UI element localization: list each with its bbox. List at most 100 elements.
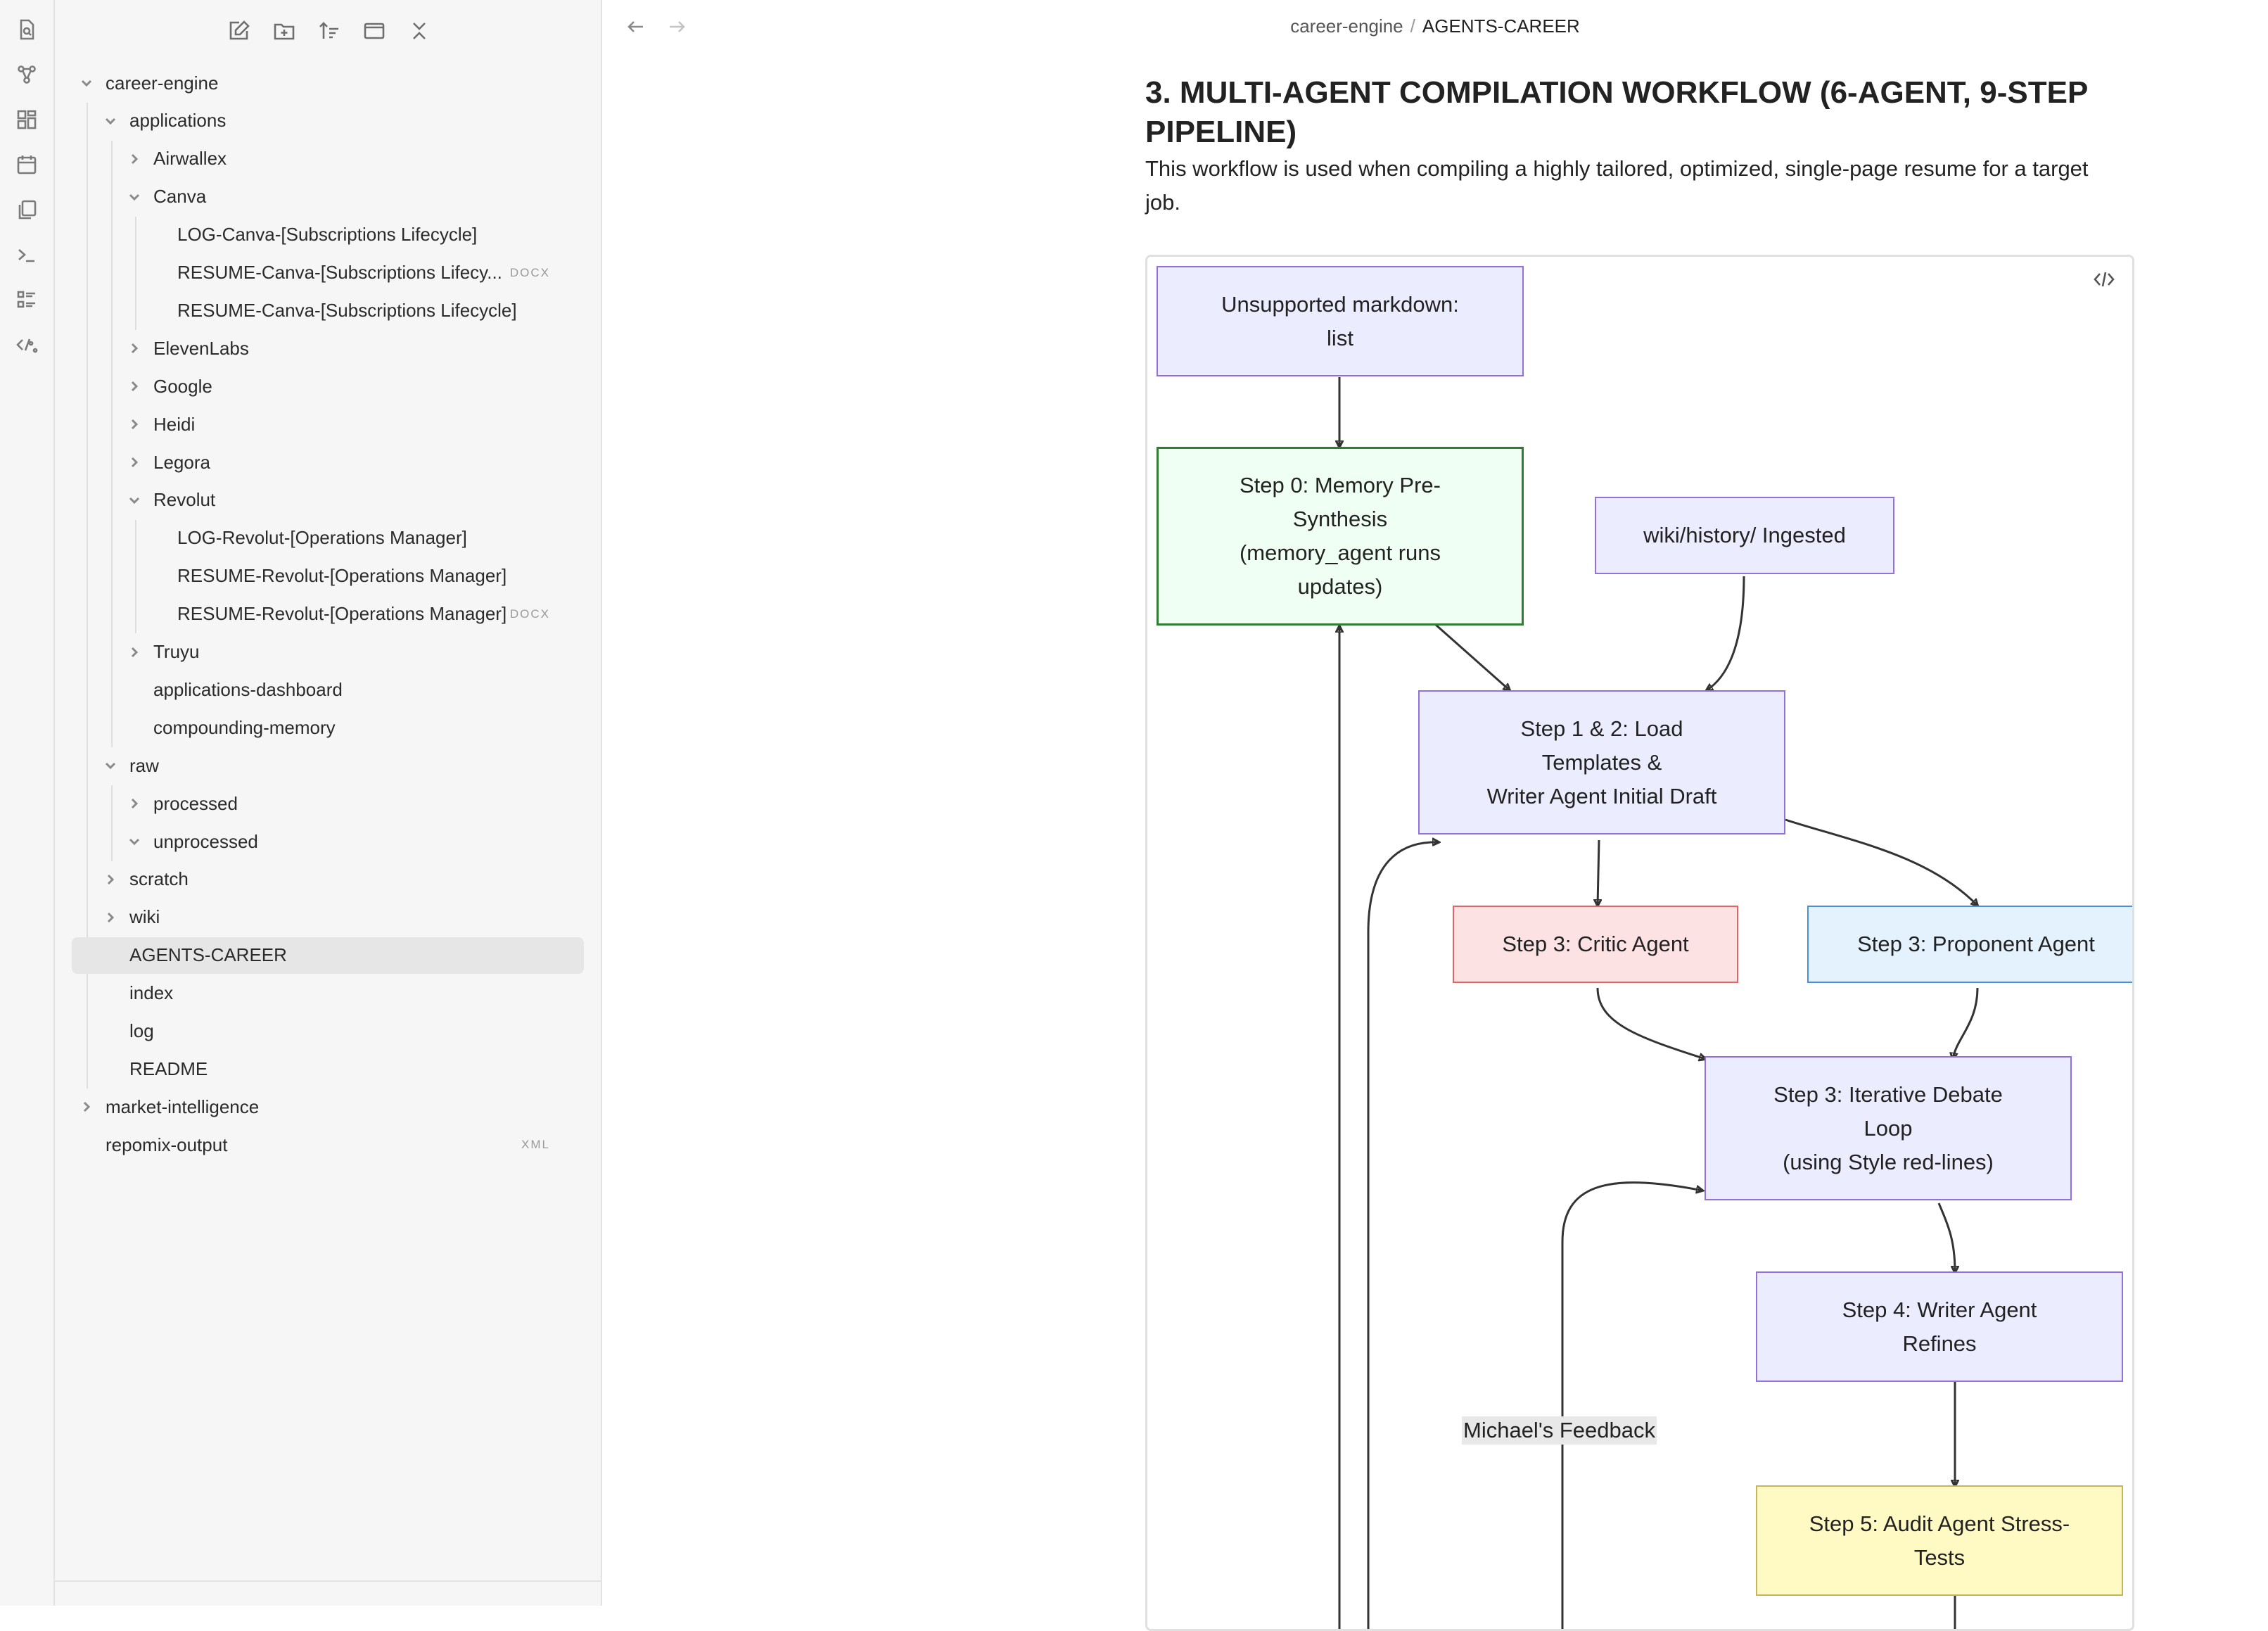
vault-switcher[interactable] <box>55 1580 601 1607</box>
code-view-icon[interactable] <box>2090 265 2118 293</box>
folder-item[interactable]: raw <box>55 747 567 784</box>
tree-item-label: RESUME-Revolut-[Operations Manager] <box>177 565 507 587</box>
chevron-down-icon[interactable] <box>127 493 142 508</box>
tree-item-label: Canva <box>153 186 207 208</box>
layout-icon[interactable] <box>357 14 391 48</box>
chevron-right-icon[interactable] <box>103 872 118 887</box>
chevron-right-icon[interactable] <box>127 796 142 811</box>
file-item[interactable]: README <box>55 1051 567 1087</box>
tree-item-label: compounding-memory <box>153 716 336 738</box>
folder-item[interactable]: Heidi <box>55 406 567 443</box>
chevron-down-icon[interactable] <box>103 758 118 773</box>
edge-step12-proponent <box>1785 818 1977 906</box>
edge-step12-critic <box>1598 839 1599 906</box>
folder-item[interactable]: scratch <box>55 861 567 898</box>
breadcrumb: career-engine / AGENTS-CAREER <box>602 15 2268 37</box>
folder-item[interactable]: Airwallex <box>55 141 567 177</box>
chevron-down-icon[interactable] <box>79 75 94 91</box>
tree-item-label: applications <box>129 110 227 132</box>
editor-pane: career-engine / AGENTS-CAREER 3. MULTI-AGE… <box>602 0 2268 1631</box>
file-item[interactable]: LOG-Canva-[Subscriptions Lifecycle] <box>55 217 567 253</box>
file-item[interactable]: AGENTS-CAREER <box>72 937 584 974</box>
node-critic-agent[interactable]: Step 3: Critic Agent <box>1453 906 1738 983</box>
new-note-icon[interactable] <box>222 14 256 48</box>
file-item[interactable]: RESUME-Revolut-[Operations Manager] <box>55 558 567 595</box>
chevron-right-icon[interactable] <box>79 1099 94 1115</box>
file-explorer-toolbar <box>55 14 601 48</box>
canvas-icon[interactable] <box>13 106 41 134</box>
file-item[interactable]: log <box>55 1013 567 1050</box>
quick-switcher-icon[interactable] <box>13 15 41 44</box>
tree-item-label: wiki <box>129 906 160 928</box>
folder-item[interactable]: Canva <box>55 179 567 215</box>
breadcrumb-current[interactable]: AGENTS-CAREER <box>1422 15 1580 37</box>
folder-item[interactable]: unprocessed <box>55 823 567 860</box>
node-step5-audit[interactable]: Step 5: Audit Agent Stress- Tests <box>1756 1485 2123 1596</box>
tree-item-label: raw <box>129 754 159 776</box>
file-item[interactable]: applications-dashboard <box>55 671 567 708</box>
graph-view-icon[interactable] <box>13 61 41 89</box>
new-folder-icon[interactable] <box>267 14 301 48</box>
tree-item-label: index <box>129 982 174 1004</box>
collapse-all-icon[interactable] <box>402 14 436 48</box>
tree-item-label: career-engine <box>106 72 219 94</box>
node-wiki-history[interactable]: wiki/history/ Ingested <box>1595 497 1894 574</box>
tree-item-label: log <box>129 1020 154 1041</box>
outline-icon[interactable] <box>13 286 41 314</box>
chevron-down-icon[interactable] <box>127 189 142 205</box>
chevron-right-icon[interactable] <box>127 417 142 432</box>
node-step12-writer[interactable]: Step 1 & 2: Load Templates & Writer Agen… <box>1418 690 1785 834</box>
chevron-right-icon[interactable] <box>127 379 142 394</box>
node-step0-memory[interactable]: Step 0: Memory Pre- Synthesis (memory_ag… <box>1157 447 1524 626</box>
breadcrumb-parent[interactable]: career-engine <box>1290 15 1403 37</box>
edge-debate-step4 <box>1937 1202 1955 1272</box>
file-item[interactable]: index <box>55 975 567 1012</box>
chevron-down-icon[interactable] <box>103 113 118 129</box>
tree-item-label: LOG-Canva-[Subscriptions Lifecycle] <box>177 224 478 246</box>
chevron-right-icon[interactable] <box>127 341 142 356</box>
folder-item[interactable]: Revolut <box>55 482 567 519</box>
node-iterative-debate[interactable]: Step 3: Iterative Debate Loop (using Sty… <box>1705 1056 2072 1200</box>
folder-item[interactable]: Truyu <box>55 634 567 671</box>
file-item[interactable]: RESUME-Canva-[Subscriptions Lifecycle] <box>55 292 567 329</box>
node-step4-refine[interactable]: Step 4: Writer Agent Refines <box>1756 1271 2123 1382</box>
tree-item-label: ElevenLabs <box>153 337 249 359</box>
mermaid-diagram: Unsupported markdown: list Step 0: Memor… <box>1145 255 2134 1631</box>
command-palette-icon[interactable] <box>13 241 41 269</box>
tree-item-label: processed <box>153 792 238 814</box>
chevron-right-icon[interactable] <box>127 645 142 660</box>
tree-item-label: Revolut <box>153 489 216 511</box>
folder-item[interactable]: applications <box>55 103 567 139</box>
file-item[interactable]: RESUME-Canva-[Subscriptions Lifecy... DOC… <box>55 255 567 291</box>
folder-item[interactable]: ElevenLabs <box>55 330 567 367</box>
file-item[interactable]: repomix-output XML <box>55 1127 567 1163</box>
file-item[interactable]: compounding-memory <box>55 709 567 746</box>
folder-item[interactable]: processed <box>55 785 567 822</box>
folder-item[interactable]: Legora <box>55 444 567 481</box>
edge-label-feedback: Michael's Feedback <box>1462 1416 1657 1445</box>
folder-item[interactable]: market-intelligence <box>55 1089 567 1125</box>
templater-icon[interactable] <box>13 331 41 359</box>
file-item[interactable]: LOG-Revolut-[Operations Manager] <box>55 520 567 557</box>
chevron-right-icon[interactable] <box>127 455 142 470</box>
folder-item[interactable]: career-engine <box>55 65 567 101</box>
tree-item-label: RESUME-Canva-[Subscriptions Lifecycle] <box>177 299 517 321</box>
folder-item[interactable]: wiki <box>55 899 567 936</box>
tree-item-label: Truyu <box>153 641 200 662</box>
chevron-down-icon[interactable] <box>127 834 142 849</box>
file-item[interactable]: RESUME-Revolut-[Operations Manager] DOCX <box>55 596 567 633</box>
sort-icon[interactable] <box>312 14 346 48</box>
node-proponent-agent[interactable]: Step 3: Proponent Agent <box>1807 906 2132 983</box>
section-heading: 3. MULTI-AGENT COMPILATION WORKFLOW (6-A… <box>1145 75 2088 149</box>
file-explorer-sidebar: career-engine applications Airwallex Canva L… <box>55 0 602 1606</box>
node-unsupported-markdown[interactable]: Unsupported markdown: list <box>1157 266 1524 376</box>
chevron-right-icon[interactable] <box>127 151 142 167</box>
chevron-right-icon[interactable] <box>103 910 118 925</box>
file-extension-badge: XML <box>521 1138 550 1152</box>
folder-item[interactable]: Google <box>55 368 567 405</box>
tree-item-label: Heidi <box>153 413 196 435</box>
daily-note-icon[interactable] <box>13 151 41 179</box>
file-extension-badge: DOCX <box>509 265 550 279</box>
edge-proponent-debate <box>1953 987 1979 1059</box>
templates-icon[interactable] <box>13 196 41 224</box>
